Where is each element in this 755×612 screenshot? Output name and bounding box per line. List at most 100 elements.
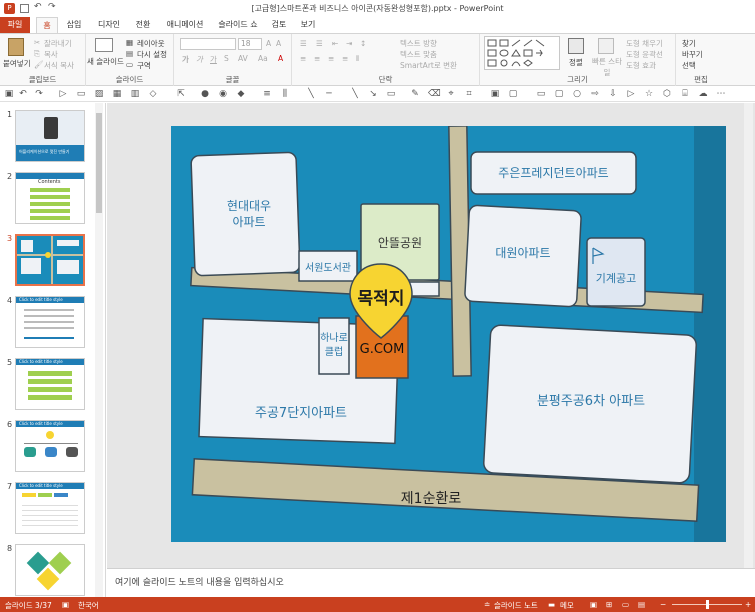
layout-button[interactable]: 레이아웃 <box>137 38 165 49</box>
notes-toggle-button[interactable]: 슬라이드 노트 <box>494 600 538 611</box>
tab-view[interactable]: 보기 <box>297 17 319 33</box>
arrow-icon[interactable]: ↘ <box>368 89 378 99</box>
shape-outline-button[interactable]: 도형 윤곽선 <box>626 49 663 60</box>
tab-design[interactable]: 디자인 <box>94 17 124 33</box>
tab-slideshow[interactable]: 슬라이드 쇼 <box>215 17 261 33</box>
crop-icon[interactable]: ⌗ <box>464 89 474 99</box>
thumbnail-slide-8[interactable] <box>15 544 85 596</box>
arrange-icon[interactable] <box>568 38 584 54</box>
italic-icon[interactable]: 가 <box>196 54 203 65</box>
rect-shape-icon[interactable]: ▭ <box>536 89 546 99</box>
connector-icon[interactable]: ╲ <box>306 89 316 99</box>
picture-icon[interactable]: ▨ <box>94 89 104 99</box>
new-slide-icon[interactable] <box>95 38 113 52</box>
shape-effects-button[interactable]: 도형 효과 <box>626 60 656 71</box>
comments-icon[interactable]: ▬ <box>548 600 555 609</box>
shrink-font-icon[interactable]: A <box>276 39 281 48</box>
chart-icon[interactable]: ▥ <box>130 89 140 99</box>
comments-button[interactable]: 메모 <box>560 600 574 611</box>
shapes-gallery[interactable] <box>484 36 560 70</box>
slide-canvas[interactable]: 현대대우 아파트 주은프레지던트아파트 안뜰공원 서원도서관 대원아파트 기계공… <box>171 126 726 542</box>
align-left-icon[interactable]: ≡ <box>300 54 306 63</box>
round-rect-icon[interactable]: ▢ <box>554 89 564 99</box>
color-icon[interactable]: ● <box>200 89 210 99</box>
reset-button[interactable]: 다시 설정 <box>137 49 167 60</box>
spacing-icon[interactable]: AV <box>238 54 248 63</box>
thumbnail-scrollbar[interactable] <box>95 103 103 597</box>
ruler-icon[interactable]: ▭ <box>386 89 396 99</box>
undo-icon[interactable]: ↶ <box>18 89 28 99</box>
replace-button[interactable]: 바꾸기 <box>682 49 703 60</box>
thumbnail-slide-2[interactable]: Contents <box>15 172 85 224</box>
bold-icon[interactable]: 가 <box>182 54 189 65</box>
line2-icon[interactable]: ╲ <box>350 89 360 99</box>
tab-animations[interactable]: 애니메이션 <box>163 17 207 33</box>
copy-button[interactable]: 복사 <box>44 49 58 60</box>
save-icon[interactable]: ▣ <box>4 89 14 99</box>
start-slideshow-icon[interactable]: ▷ <box>58 89 68 99</box>
cloud-icon[interactable]: ☁ <box>698 89 708 99</box>
editor-scrollbar[interactable] <box>744 103 753 568</box>
notes-placeholder[interactable]: 여기에 슬라이드 노트의 내용을 입력하십시오 <box>115 575 284 588</box>
hexagon-icon[interactable]: ⬡ <box>662 89 672 99</box>
text-direction-button[interactable]: 텍스트 방향 <box>400 38 437 49</box>
scrollbar-thumb[interactable] <box>96 113 102 213</box>
star-icon[interactable]: ☆ <box>644 89 654 99</box>
align-icon[interactable]: ≡ <box>262 89 272 99</box>
bullets-icon[interactable]: ☰ <box>300 39 307 48</box>
ellipse-icon[interactable]: ○ <box>572 89 582 99</box>
align-text-button[interactable]: 텍스트 맞춤 <box>400 49 437 60</box>
strikethrough-icon[interactable]: S <box>224 54 229 63</box>
eyedropper-icon[interactable]: ⌖ <box>446 89 456 99</box>
paste-icon[interactable] <box>8 38 24 56</box>
notes-pane[interactable]: 여기에 슬라이드 노트의 내용을 입력하십시오 <box>107 568 755 597</box>
shape-icon[interactable]: ◇ <box>148 89 158 99</box>
justify-icon[interactable]: ≡ <box>342 54 348 63</box>
numbering-icon[interactable]: ☰ <box>316 39 323 48</box>
cut-button[interactable]: 잘라내기 <box>44 38 72 49</box>
slide-sorter-icon[interactable]: ⊞ <box>606 600 612 609</box>
redo-icon[interactable]: ↷ <box>34 89 44 99</box>
select-button[interactable]: 선택 <box>682 60 696 71</box>
notes-toggle-icon[interactable]: ≐ <box>484 600 490 609</box>
group-icon[interactable]: ▣ <box>490 89 500 99</box>
pen-icon[interactable]: ✎ <box>410 89 420 99</box>
spellcheck-icon[interactable]: ▣ <box>62 600 69 609</box>
line-icon[interactable]: ─ <box>324 89 334 99</box>
grow-font-icon[interactable]: A <box>266 39 271 48</box>
tab-home[interactable]: 홈 <box>36 17 58 33</box>
tab-review[interactable]: 검토 <box>268 17 290 33</box>
underline-icon[interactable]: 가 <box>210 54 217 65</box>
arrow-shape-icon[interactable]: ⇨ <box>590 89 600 99</box>
align-center-icon[interactable]: ≡ <box>314 54 320 63</box>
fill-icon[interactable]: ◆ <box>236 89 246 99</box>
text-box-icon[interactable]: ▭ <box>76 89 86 99</box>
quick-styles-icon[interactable] <box>598 38 614 54</box>
indent-icon[interactable]: ⇤ <box>332 39 338 48</box>
columns-icon[interactable]: ⫴ <box>356 54 359 64</box>
table-icon[interactable]: ▦ <box>112 89 122 99</box>
tab-file[interactable]: 파일 <box>0 17 30 33</box>
new-slide-button[interactable]: 새 슬라이드 <box>87 56 124 67</box>
outdent-icon[interactable]: ⇥ <box>346 39 352 48</box>
zoom-in-icon[interactable]: + <box>745 600 751 609</box>
arrange-button[interactable]: 정렬 <box>569 57 583 68</box>
find-button[interactable]: 찾기 <box>682 38 696 49</box>
language-indicator[interactable]: 한국어 <box>78 600 99 611</box>
font-color-icon[interactable]: A <box>278 54 283 63</box>
paste-button[interactable]: 붙여넣기 <box>3 58 31 69</box>
line-spacing-icon[interactable]: ↕ <box>360 39 366 48</box>
arrow-down-shape-icon[interactable]: ⇩ <box>608 89 618 99</box>
thumbnail-slide-7[interactable]: Click to edit title style <box>15 482 85 534</box>
slideshow-icon[interactable]: ▤ <box>638 600 645 609</box>
reading-view-icon[interactable]: ▭ <box>622 600 629 609</box>
zoom-slider-thumb[interactable] <box>706 600 709 609</box>
align-right-icon[interactable]: ≡ <box>328 54 334 63</box>
cylinder-icon[interactable]: ⌸ <box>680 89 690 99</box>
zoom-out-icon[interactable]: − <box>660 600 666 609</box>
case-icon[interactable]: Aa <box>258 54 268 63</box>
thumbnail-slide-6[interactable]: Click to edit title style <box>15 420 85 472</box>
thumbnail-slide-4[interactable]: Click to edit title style <box>15 296 85 348</box>
format-painter-button[interactable]: 서식 복사 <box>44 60 74 71</box>
color2-icon[interactable]: ◉ <box>218 89 228 99</box>
